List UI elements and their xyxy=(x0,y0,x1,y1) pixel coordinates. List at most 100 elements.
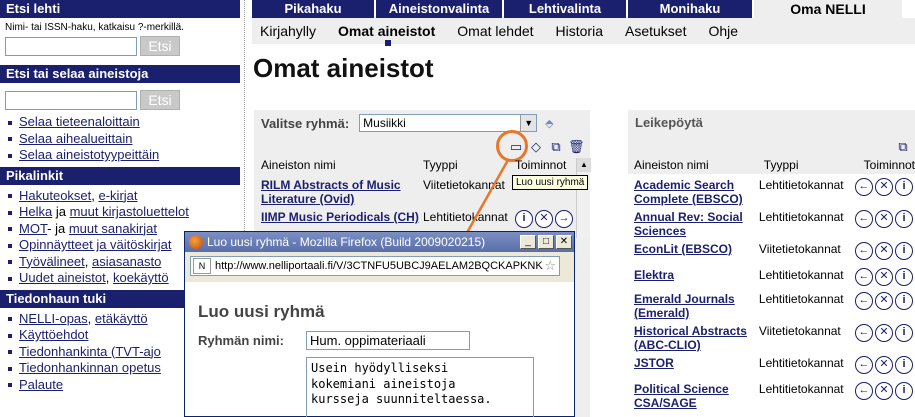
row-name-link[interactable]: Elektra xyxy=(634,268,759,286)
subtab-omat-aineistot[interactable]: Omat aineistot xyxy=(338,23,435,46)
info-icon[interactable]: i xyxy=(895,324,913,342)
sidebar-link[interactable]: NELLI-opas xyxy=(19,311,88,326)
group-name-input[interactable]: Hum. oppimateriaali xyxy=(306,331,470,350)
popup-titlebar[interactable]: Luo uusi ryhmä - Mozilla Firefox (Build … xyxy=(185,232,574,252)
move-left-icon[interactable]: ← xyxy=(855,210,873,228)
sidebar-link[interactable]: Opinnäytteet ja väitöskirjat xyxy=(19,237,171,252)
scroll-up-icon[interactable]: ▲ xyxy=(577,158,591,172)
info-icon[interactable]: i xyxy=(895,242,913,260)
sidebar-link[interactable]: e-kirjat xyxy=(99,188,138,203)
clipboard-title: Leikepöytä xyxy=(628,110,915,136)
sort-updown-icon[interactable]: ⬘ xyxy=(545,117,553,130)
info-icon[interactable]: i xyxy=(895,210,913,228)
sidebar-link[interactable]: Tiedonhankinnan opetus xyxy=(19,360,161,375)
chevron-down-icon[interactable]: ▼ xyxy=(520,115,537,131)
row-name-link[interactable]: RILM Abstracts of Music Literature (Ovid… xyxy=(261,178,423,206)
list-item: Helka ja muut kirjastoluettelot xyxy=(8,204,240,221)
move-left-icon[interactable]: ← xyxy=(855,178,873,196)
remove-icon[interactable]: ✕ xyxy=(875,292,893,310)
row-name-link[interactable]: JSTOR xyxy=(634,356,759,374)
journal-search-input[interactable] xyxy=(5,36,137,56)
sidebar-link[interactable]: Tiedonhankinta (TVT-ajo xyxy=(19,344,161,359)
tab-lehtivalinta[interactable]: Lehtivalinta xyxy=(504,0,626,18)
etsi-lehti-heading: Etsi lehti xyxy=(0,0,240,18)
info-icon[interactable]: i xyxy=(515,210,533,228)
trash-icon[interactable]: 🗑 xyxy=(568,139,585,155)
remove-icon[interactable]: ✕ xyxy=(875,382,893,400)
url-bar[interactable]: N http://www.nelliportaali.fi/V/3CTNFU5U… xyxy=(190,256,560,276)
tab-aineistonvalinta[interactable]: Aineistonvalinta xyxy=(376,0,502,18)
remove-icon[interactable]: ✕ xyxy=(875,356,893,374)
remove-icon[interactable]: ✕ xyxy=(875,242,893,260)
close-icon[interactable]: ✕ xyxy=(556,235,572,249)
move-left-icon[interactable]: ← xyxy=(855,324,873,342)
sidebar-link[interactable]: Selaa tieteenaloittain xyxy=(19,114,140,129)
info-icon[interactable]: i xyxy=(895,292,913,310)
minimize-icon[interactable]: _ xyxy=(520,235,536,249)
database-search-button[interactable]: Etsi xyxy=(140,90,180,110)
group-description-textarea[interactable]: Usein hyödylliseksi kokemiani aineistoja… xyxy=(306,357,534,417)
popup-content: Luo uusi ryhmä Ryhmän nimi: Hum. oppimat… xyxy=(185,282,574,417)
sidebar-link[interactable]: Hakuteokset xyxy=(19,188,91,203)
sidebar-link[interactable]: MOT xyxy=(19,221,47,236)
remove-icon[interactable]: ✕ xyxy=(875,210,893,228)
sidebar-link[interactable]: Käyttöehdot xyxy=(19,327,88,342)
tab-monihaku[interactable]: Monihaku xyxy=(628,0,752,18)
subtab-ohje[interactable]: Ohje xyxy=(708,23,738,39)
info-icon[interactable]: i xyxy=(895,356,913,374)
table-row: Annual Rev: Social Sciences Lehtitietokan… xyxy=(628,210,915,238)
sidebar-link[interactable]: Selaa aineistotyypeittäin xyxy=(19,147,159,162)
database-search-input[interactable] xyxy=(5,90,137,110)
tab-oma-nelli[interactable]: Oma NELLI xyxy=(754,0,902,18)
sidebar-link[interactable]: muut sanakirjat xyxy=(69,221,157,236)
sidebar-link[interactable]: Palaute xyxy=(19,377,63,392)
group-name-label: Ryhmän nimi: xyxy=(198,333,284,348)
row-name-link[interactable]: Political Science CSA/SAGE xyxy=(634,382,759,410)
sidebar-link[interactable]: Työvälineet xyxy=(19,254,85,269)
move-left-icon[interactable]: ← xyxy=(855,382,873,400)
popup-title: Luo uusi ryhmä - Mozilla Firefox (Build … xyxy=(207,235,486,249)
move-left-icon[interactable]: ← xyxy=(855,292,873,310)
maximize-icon[interactable]: □ xyxy=(538,235,554,249)
move-left-icon[interactable]: ← xyxy=(855,242,873,260)
journal-search-button[interactable]: Etsi xyxy=(140,36,180,56)
info-icon[interactable]: i xyxy=(895,178,913,196)
sidebar-link[interactable]: etäkäyttö xyxy=(95,311,148,326)
bullet-icon xyxy=(8,153,12,158)
move-right-icon[interactable]: → xyxy=(555,210,573,228)
row-name-link[interactable]: Emerald Journals (Emerald) xyxy=(634,292,759,320)
tag-icon[interactable]: ◇ xyxy=(528,139,544,155)
remove-icon[interactable]: ✕ xyxy=(875,268,893,286)
remove-icon[interactable]: ✕ xyxy=(875,324,893,342)
row-name-link[interactable]: Historical Abstracts (ABC-CLIO) xyxy=(634,324,759,352)
tab-pikahaku[interactable]: Pikahaku xyxy=(252,0,374,18)
bullet-icon xyxy=(8,383,12,388)
row-name-link[interactable]: Annual Rev: Social Sciences xyxy=(634,210,759,238)
subtab-kirjahylly[interactable]: Kirjahylly xyxy=(260,23,316,39)
star-icon[interactable]: ☆ xyxy=(544,258,556,274)
group-scrollbar[interactable]: ▲ xyxy=(576,158,591,238)
row-name-link[interactable]: EconLit (EBSCO) xyxy=(634,242,759,260)
info-icon[interactable]: i xyxy=(895,382,913,400)
sidebar-link[interactable]: Selaa aihealueittain xyxy=(19,131,132,146)
sidebar-link[interactable]: Uudet aineistot xyxy=(19,270,106,285)
etsi-aineistoja-heading: Etsi tai selaa aineistoja xyxy=(0,65,240,83)
copy-icon[interactable]: ⧉ xyxy=(895,139,911,155)
copy-icon[interactable]: ⧉ xyxy=(548,139,564,155)
sidebar-link[interactable]: Helka xyxy=(19,204,52,219)
remove-icon[interactable]: ✕ xyxy=(535,210,553,228)
sidebar-link[interactable]: muut kirjastoluettelot xyxy=(70,204,189,219)
subtab-asetukset[interactable]: Asetukset xyxy=(625,23,686,39)
remove-icon[interactable]: ✕ xyxy=(875,178,893,196)
subtab-historia[interactable]: Historia xyxy=(556,23,603,39)
row-name-link[interactable]: IIMP Music Periodicals (CH) xyxy=(261,210,423,228)
sidebar-link[interactable]: koekäyttö xyxy=(113,270,169,285)
table-row: IIMP Music Periodicals (CH) Lehtitietoka… xyxy=(254,210,590,228)
info-icon[interactable]: i xyxy=(895,268,913,286)
group-select-label: Valitse ryhmä: xyxy=(261,115,350,131)
move-left-icon[interactable]: ← xyxy=(855,356,873,374)
sidebar-link[interactable]: asiasanasto xyxy=(92,254,161,269)
move-left-icon[interactable]: ← xyxy=(855,268,873,286)
subtab-omat-lehdet[interactable]: Omat lehdet xyxy=(457,23,533,39)
row-name-link[interactable]: Academic Search Complete (EBSCO) xyxy=(634,178,759,206)
